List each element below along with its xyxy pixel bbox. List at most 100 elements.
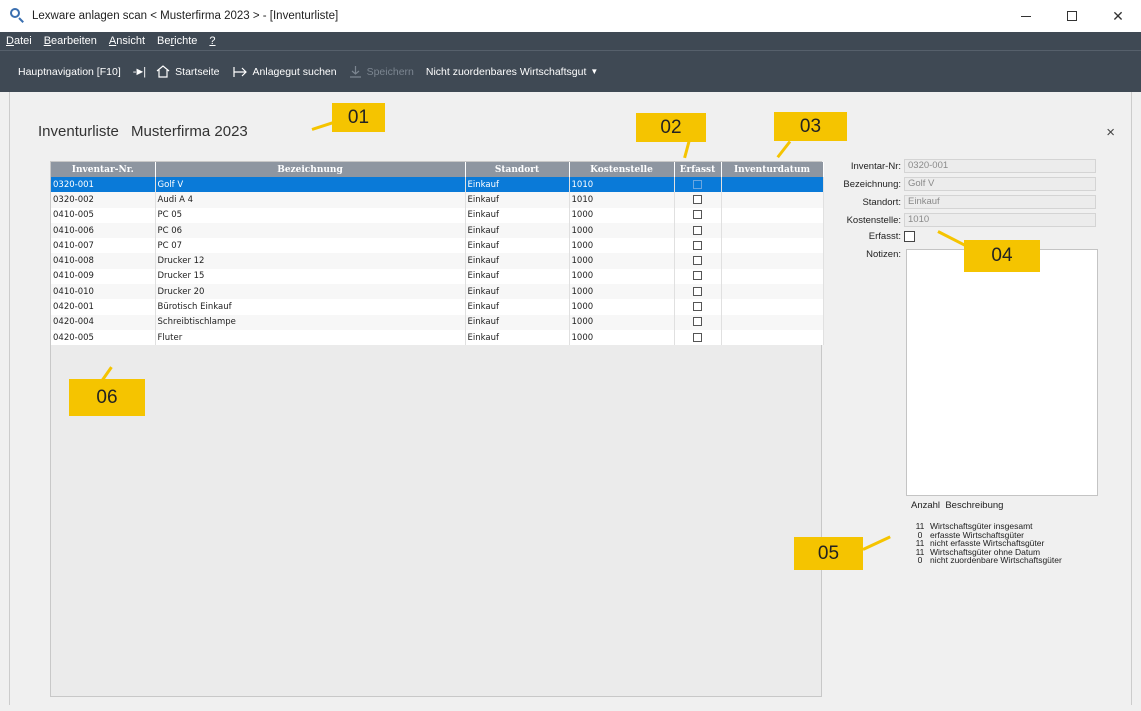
cell-inventar-nr[interactable]: 0410-010 xyxy=(51,284,156,300)
nicht-zuordenbar-dropdown[interactable]: Nicht zuordenbares Wirtschaftsgut ▼ xyxy=(426,66,598,78)
cell-standort[interactable]: Einkauf xyxy=(465,207,570,223)
cell-inventar-nr[interactable]: 0410-005 xyxy=(51,207,156,223)
table-row[interactable]: 0410-005 PC 05 Einkauf 1000 xyxy=(51,207,824,223)
minimize-button[interactable] xyxy=(1003,0,1049,32)
cell-kostenstelle[interactable]: 1000 xyxy=(569,299,675,315)
cell-kostenstelle[interactable]: 1000 xyxy=(569,284,675,300)
cell-inventurdatum[interactable] xyxy=(721,253,824,269)
anlagegut-suchen-button[interactable]: Anlagegut suchen xyxy=(232,66,337,78)
cell-bezeichnung[interactable]: Golf V xyxy=(155,177,466,193)
cell-inventurdatum[interactable] xyxy=(721,222,824,239)
erfasst-row-checkbox[interactable] xyxy=(693,225,702,235)
table-row[interactable]: 0410-007 PC 07 Einkauf 1000 xyxy=(51,238,824,254)
cell-standort[interactable]: Einkauf xyxy=(465,192,570,208)
cell-inventurdatum[interactable] xyxy=(721,299,824,315)
menu-help[interactable]: ? xyxy=(209,35,215,47)
close-window-button[interactable]: ✕ xyxy=(1095,0,1141,32)
erfasst-row-checkbox[interactable] xyxy=(693,194,702,204)
cell-bezeichnung[interactable]: Bürotisch Einkauf xyxy=(155,299,466,315)
erfasst-checkbox[interactable] xyxy=(904,231,915,242)
menu-ansicht[interactable]: Ansicht xyxy=(109,35,145,47)
cell-inventar-nr[interactable]: 0410-007 xyxy=(51,238,156,254)
cell-standort[interactable]: Einkauf xyxy=(465,177,570,193)
cell-kostenstelle[interactable]: 1000 xyxy=(569,238,675,254)
cell-standort[interactable]: Einkauf xyxy=(465,314,570,330)
cell-inventurdatum[interactable] xyxy=(721,192,824,208)
erfasst-row-checkbox[interactable] xyxy=(693,240,702,250)
cell-kostenstelle[interactable]: 1000 xyxy=(569,222,675,239)
cell-bezeichnung[interactable]: Schreibtischlampe xyxy=(155,314,466,330)
col-erfasst[interactable]: Erfasst xyxy=(674,162,722,177)
cell-standort[interactable]: Einkauf xyxy=(465,329,570,346)
cell-kostenstelle[interactable]: 1000 xyxy=(569,253,675,269)
menu-datei[interactable]: Datei xyxy=(6,35,32,47)
cell-inventar-nr[interactable]: 0410-009 xyxy=(51,268,156,285)
table-row[interactable]: 0320-001 Golf V Einkauf 1010 xyxy=(51,177,824,193)
cell-bezeichnung[interactable]: PC 06 xyxy=(155,222,466,239)
speichern-button[interactable]: Speichern xyxy=(349,65,414,78)
erfasst-row-checkbox[interactable] xyxy=(693,302,702,312)
erfasst-row-checkbox[interactable] xyxy=(693,256,702,266)
cell-bezeichnung[interactable]: Drucker 15 xyxy=(155,268,466,285)
cell-inventurdatum[interactable] xyxy=(721,238,824,254)
cell-bezeichnung[interactable]: Drucker 20 xyxy=(155,284,466,300)
cell-inventar-nr[interactable]: 0420-005 xyxy=(51,329,156,346)
table-row[interactable]: 0410-010 Drucker 20 Einkauf 1000 xyxy=(51,284,824,300)
cell-kostenstelle[interactable]: 1000 xyxy=(569,314,675,330)
cell-bezeichnung[interactable]: Drucker 12 xyxy=(155,253,466,269)
cell-standort[interactable]: Einkauf xyxy=(465,268,570,285)
cell-standort[interactable]: Einkauf xyxy=(465,222,570,239)
cell-inventar-nr[interactable]: 0320-001 xyxy=(51,177,156,193)
close-page-icon[interactable]: × xyxy=(1106,124,1115,141)
cell-bezeichnung[interactable]: PC 07 xyxy=(155,238,466,254)
erfasst-row-checkbox[interactable] xyxy=(693,210,702,220)
maximize-button[interactable] xyxy=(1049,0,1095,32)
inventar-nr-field[interactable]: 0320-001 xyxy=(904,159,1096,173)
notizen-textarea[interactable] xyxy=(906,249,1098,496)
erfasst-row-checkbox[interactable] xyxy=(693,332,702,342)
cell-bezeichnung[interactable]: Fluter xyxy=(155,329,466,346)
table-row[interactable]: 0410-008 Drucker 12 Einkauf 1000 xyxy=(51,253,824,269)
col-bezeichnung[interactable]: Bezeichnung xyxy=(155,162,466,177)
col-standort[interactable]: Standort xyxy=(465,162,570,177)
erfasst-row-checkbox[interactable] xyxy=(693,271,702,281)
cell-kostenstelle[interactable]: 1000 xyxy=(569,268,675,285)
cell-bezeichnung[interactable]: Audi A 4 xyxy=(155,192,466,208)
menu-bearbeiten[interactable]: Bearbeiten xyxy=(44,35,97,47)
bezeichnung-field[interactable]: Golf V xyxy=(904,177,1096,191)
table-row[interactable]: 0410-006 PC 06 Einkauf 1000 xyxy=(51,222,824,239)
cell-inventurdatum[interactable] xyxy=(721,284,824,300)
erfasst-row-checkbox[interactable] xyxy=(693,179,702,189)
col-kostenstelle[interactable]: Kostenstelle xyxy=(569,162,675,177)
col-inventar-nr[interactable]: Inventar-Nr. xyxy=(51,162,156,177)
table-row[interactable]: 0410-009 Drucker 15 Einkauf 1000 xyxy=(51,268,824,285)
cell-inventurdatum[interactable] xyxy=(721,329,824,346)
startseite-button[interactable]: Startseite xyxy=(156,65,220,78)
cell-kostenstelle[interactable]: 1000 xyxy=(569,329,675,346)
table-row[interactable]: 0320-002 Audi A 4 Einkauf 1010 xyxy=(51,192,824,208)
cell-inventurdatum[interactable] xyxy=(721,314,824,330)
erfasst-row-checkbox[interactable] xyxy=(693,286,702,296)
cell-inventurdatum[interactable] xyxy=(721,177,824,193)
table-row[interactable]: 0420-005 Fluter Einkauf 1000 xyxy=(51,329,824,346)
cell-standort[interactable]: Einkauf xyxy=(465,284,570,300)
erfasst-row-checkbox[interactable] xyxy=(693,317,702,327)
cell-inventurdatum[interactable] xyxy=(721,268,824,285)
cell-inventar-nr[interactable]: 0410-006 xyxy=(51,222,156,239)
cell-inventurdatum[interactable] xyxy=(721,207,824,223)
cell-standort[interactable]: Einkauf xyxy=(465,253,570,269)
kostenstelle-field[interactable]: 1010 xyxy=(904,213,1096,227)
cell-standort[interactable]: Einkauf xyxy=(465,299,570,315)
cell-kostenstelle[interactable]: 1000 xyxy=(569,207,675,223)
standort-field[interactable]: Einkauf xyxy=(904,195,1096,209)
col-inventurdatum[interactable]: Inventurdatum xyxy=(721,162,824,177)
cell-standort[interactable]: Einkauf xyxy=(465,238,570,254)
cell-inventar-nr[interactable]: 0410-008 xyxy=(51,253,156,269)
menu-berichte[interactable]: Berichte xyxy=(157,35,197,47)
table-row[interactable]: 0420-004 Schreibtischlampe Einkauf 1000 xyxy=(51,314,824,330)
cell-inventar-nr[interactable]: 0420-004 xyxy=(51,314,156,330)
cell-inventar-nr[interactable]: 0420-001 xyxy=(51,299,156,315)
cell-kostenstelle[interactable]: 1010 xyxy=(569,192,675,208)
table-row[interactable]: 0420-001 Bürotisch Einkauf Einkauf 1000 xyxy=(51,299,824,315)
hauptnavigation-button[interactable]: Hauptnavigation [F10] xyxy=(18,66,121,78)
